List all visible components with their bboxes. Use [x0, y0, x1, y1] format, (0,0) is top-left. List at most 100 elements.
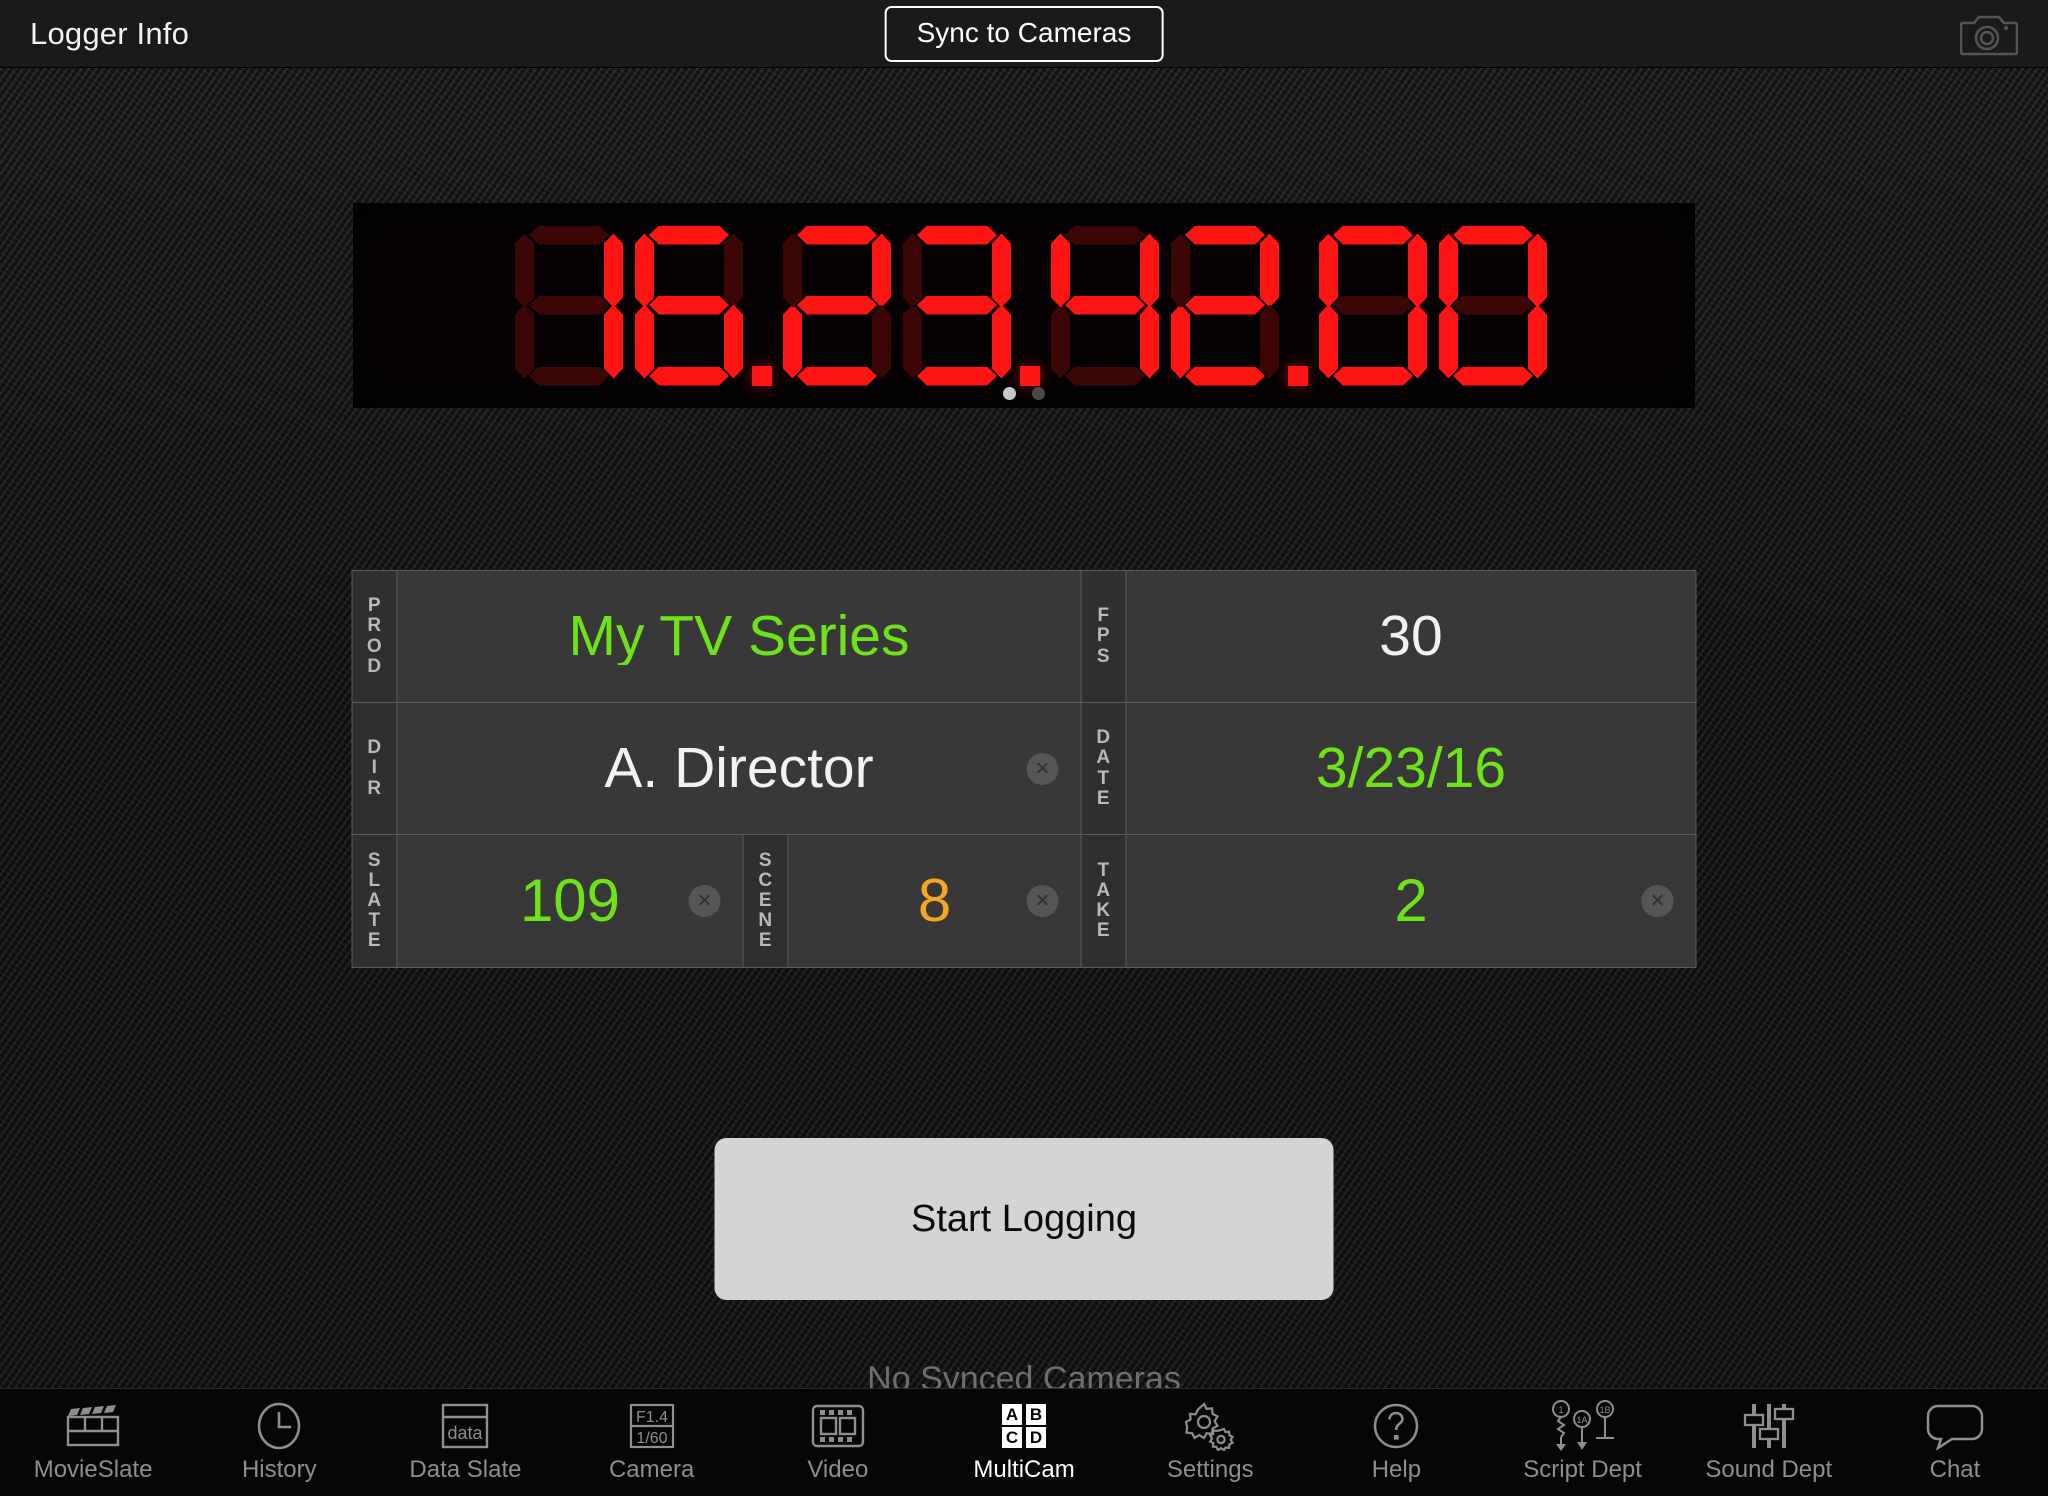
fps-value-cell[interactable]: 30 — [1126, 571, 1696, 702]
tab-label: MovieSlate — [33, 1456, 153, 1483]
fps-label-text: FPS — [1096, 605, 1111, 667]
slate-value-cell[interactable]: 109 × — [397, 835, 743, 967]
mixer-faders-icon — [1741, 1399, 1797, 1453]
tab-label: Chat — [1929, 1456, 1981, 1483]
svg-text:C: C — [1006, 1428, 1018, 1447]
timecode-digit — [1051, 226, 1159, 386]
table-row: DIR A. Director × DATE 3/23/16 — [352, 703, 1696, 835]
tab-sound-dept[interactable]: Sound Dept — [1676, 1389, 1862, 1496]
table-row: PROD My TV Series FPS 30 — [352, 571, 1696, 703]
svg-text:1/60: 1/60 — [636, 1430, 667, 1447]
sync-to-cameras-button[interactable]: Sync to Cameras — [884, 5, 1164, 62]
multicam-abcd-icon: ABCD — [998, 1399, 1050, 1453]
tab-settings[interactable]: Settings — [1117, 1389, 1303, 1496]
tab-label: Help — [1371, 1456, 1422, 1483]
timecode-separator — [1017, 226, 1045, 386]
gear-icon — [1183, 1399, 1237, 1453]
tab-label: Data Slate — [409, 1456, 522, 1483]
date-value-cell[interactable]: 3/23/16 — [1126, 703, 1696, 834]
date-label-text: DATE — [1096, 727, 1111, 809]
fps-field-group: FPS 30 — [1081, 571, 1696, 702]
tab-movieslate[interactable]: MovieSlate — [0, 1389, 186, 1496]
slate-label-text: SLATE — [367, 849, 382, 952]
prod-value: My TV Series — [568, 608, 910, 665]
tab-label: Camera — [608, 1456, 695, 1483]
take-value-cell[interactable]: 2 × — [1126, 835, 1696, 967]
timecode-page-dots[interactable] — [1003, 387, 1045, 400]
take-label-text: TAKE — [1096, 859, 1111, 942]
svg-text:B: B — [1030, 1405, 1042, 1424]
dir-value-cell[interactable]: A. Director × — [397, 703, 1081, 834]
tab-chat[interactable]: Chat — [1862, 1389, 2048, 1496]
slate-info-table: PROD My TV Series FPS 30 D I R A. Direct… — [351, 570, 1697, 968]
script-lining-icon: 1 1A 1B — [1548, 1399, 1618, 1453]
tab-data-slate[interactable]: data Data Slate — [372, 1389, 558, 1496]
timecode-digit — [635, 226, 743, 386]
timecode-digit — [1319, 226, 1427, 386]
clock-icon — [253, 1399, 305, 1453]
start-logging-button[interactable]: Start Logging — [714, 1138, 1334, 1300]
tab-label: Script Dept — [1523, 1456, 1642, 1483]
page-dot[interactable] — [1003, 387, 1016, 400]
scene-label: SCENE — [743, 835, 789, 967]
take-clear-button[interactable]: × — [1641, 885, 1674, 917]
tab-camera[interactable]: F1.4 1/60 Camera — [559, 1389, 745, 1496]
timecode-display-wrap — [353, 203, 1695, 408]
timecode-digit — [783, 226, 891, 386]
tab-label: Settings — [1166, 1456, 1254, 1483]
scene-field-group: SCENE 8 × — [743, 835, 1081, 967]
dir-label-text: DIR — [367, 737, 382, 799]
slate-field-group: SLATE 109 × — [352, 835, 743, 967]
prod-value-cell[interactable]: My TV Series — [397, 571, 1081, 702]
svg-text:1B: 1B — [1599, 1405, 1610, 1415]
timecode-separator — [1285, 226, 1313, 386]
film-strip-icon — [810, 1399, 866, 1453]
clapperboard-icon — [64, 1399, 122, 1453]
question-circle-icon — [1371, 1399, 1421, 1453]
tab-label: Video — [807, 1456, 869, 1483]
page-dot[interactable] — [1032, 387, 1045, 400]
dir-label: DIR — [352, 703, 398, 834]
speech-bubble-icon — [1926, 1399, 1984, 1453]
prod-field-group: PROD My TV Series — [352, 571, 1081, 702]
timecode-digits — [495, 226, 1553, 386]
dir-value: A. Director — [604, 740, 874, 797]
tab-label: History — [241, 1456, 317, 1483]
tab-label: Sound Dept — [1705, 1456, 1833, 1483]
take-field-group: TAKE 2 × — [1081, 835, 1696, 967]
svg-text:1: 1 — [1558, 1405, 1563, 1415]
scene-clear-button[interactable]: × — [1026, 885, 1059, 917]
dir-clear-button[interactable]: × — [1026, 752, 1059, 785]
svg-text:D: D — [1030, 1428, 1042, 1447]
camera-icon[interactable] — [1960, 10, 2018, 58]
date-label: DATE — [1081, 703, 1127, 834]
bottom-tab-bar: MovieSlate History data Data Slate F1.4 1/60 C… — [0, 1388, 2048, 1496]
take-value: 2 — [1394, 871, 1428, 931]
tab-video[interactable]: Video — [745, 1389, 931, 1496]
fps-value: 30 — [1379, 608, 1443, 665]
prod-label: PROD — [352, 571, 398, 702]
table-row: SLATE 109 × SCENE 8 × T A K E 2 × — [352, 835, 1696, 967]
tab-help[interactable]: Help — [1303, 1389, 1489, 1496]
date-field-group: DATE 3/23/16 — [1081, 703, 1696, 834]
tab-script-dept[interactable]: 1 1A 1B Script Dept — [1490, 1389, 1676, 1496]
timecode-display[interactable] — [353, 203, 1695, 408]
svg-text:1A: 1A — [1576, 1415, 1587, 1425]
timecode-digit — [1439, 226, 1547, 386]
svg-text:A: A — [1006, 1405, 1018, 1424]
fps-label: FPS — [1081, 571, 1127, 702]
timecode-digit — [1171, 226, 1279, 386]
tab-history[interactable]: History — [186, 1389, 372, 1496]
scene-value-cell[interactable]: 8 × — [788, 835, 1081, 967]
scene-value: 8 — [917, 871, 952, 931]
slate-clear-button[interactable]: × — [688, 885, 721, 917]
camera-settings-icon: F1.4 1/60 — [627, 1399, 677, 1453]
take-label: TAKE — [1081, 835, 1127, 967]
tab-multicam[interactable]: A B C D MultiCam — [931, 1389, 1117, 1496]
scene-label-text: SCENE — [758, 849, 773, 952]
app-root: Logger Info Sync to Cameras P R O D My T… — [0, 0, 2048, 1496]
timecode-separator — [749, 226, 777, 386]
timecode-digit — [903, 226, 1011, 386]
slate-value: 109 — [519, 871, 621, 931]
timecode-digit — [515, 226, 623, 386]
